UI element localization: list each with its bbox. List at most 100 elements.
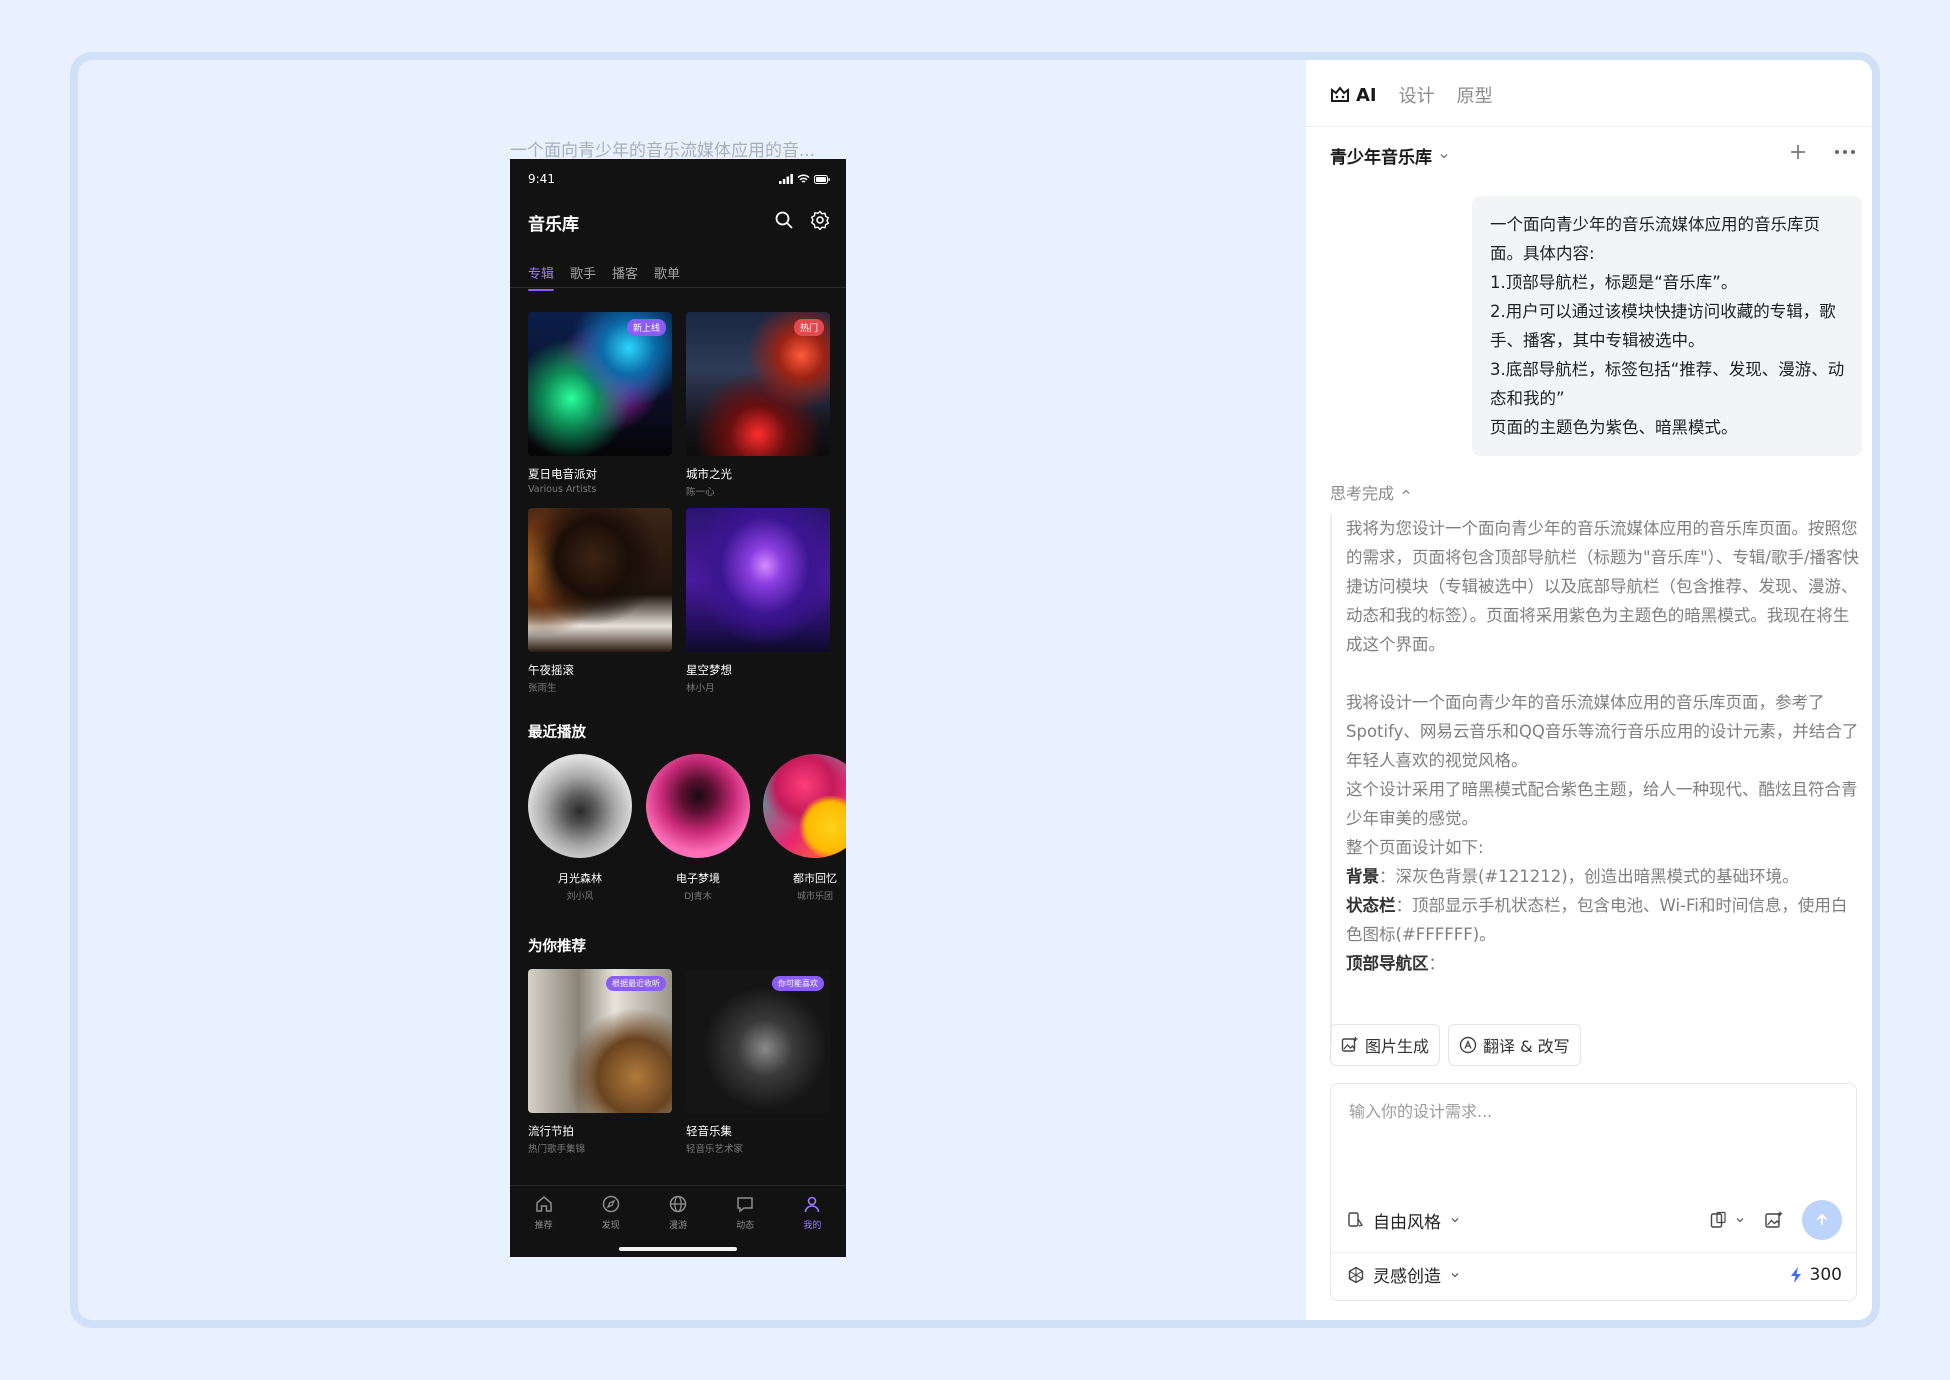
tab-prototype[interactable]: 原型 (1457, 82, 1493, 108)
thinking-item: 顶部导航区： (1346, 949, 1860, 978)
chip-label: 图片生成 (1365, 1037, 1430, 1056)
recommend-badge: 根据最近收听 (606, 976, 666, 991)
recent-item[interactable]: 电子梦境 DJ青木 (646, 754, 750, 902)
thinking-item-text: ： (1428, 954, 1446, 973)
thinking-content: 我将为您设计一个面向青少年的音乐流媒体应用的音乐库页面。按照您的需求，页面将包含… (1330, 514, 1860, 1044)
chat-icon (737, 1197, 753, 1213)
recent-list[interactable]: 月光森林 刘小风 电子梦境 DJ青木 都市回忆 城市乐团 (528, 754, 846, 904)
style-selector[interactable]: 自由风格 (1347, 1208, 1461, 1233)
thinking-item: 背景：深灰色背景(#121212)，创造出暗黑模式的基础环境。 (1346, 862, 1860, 891)
input-actions (1710, 1200, 1842, 1240)
prompt-input-box[interactable]: 输入你的设计需求... 自由风格 灵感创造 300 (1330, 1083, 1857, 1301)
recommend-card[interactable]: 你可能喜欢 轻音乐集 轻音乐艺术家 (686, 969, 830, 1155)
user-message-line: 3.底部导航栏，标签包括“推荐、发现、漫游、动态和我的” (1490, 360, 1845, 408)
album-cover[interactable]: 新上线 (528, 312, 672, 456)
thinking-paragraph: 这个设计采用了暗黑模式配合紫色主题，给人一种现代、酷炫且符合青少年审美的感觉。 (1346, 780, 1858, 828)
nav-item-me[interactable]: 我的 (787, 1194, 837, 1257)
nav-item-label: 发现 (601, 1221, 620, 1231)
nav-item-label: 推荐 (534, 1221, 553, 1231)
device-icon (1710, 1211, 1726, 1228)
lightning-icon (1790, 1266, 1801, 1283)
design-canvas: 一个面向青少年的音乐流媒体应用的音... 9:41 音乐库 专辑 歌手 播客 歌… (78, 60, 1306, 1320)
search-icon[interactable] (774, 210, 794, 230)
project-title[interactable]: 青少年音乐库 (1330, 143, 1450, 168)
tab-design[interactable]: 设计 (1399, 82, 1435, 108)
album-cover[interactable]: 热门 (686, 312, 830, 456)
status-bar: 9:41 (528, 170, 830, 188)
recommend-card[interactable]: 根据最近收听 流行节拍 热门歌手集锦 (528, 969, 672, 1155)
recent-artist: 刘小风 (566, 892, 594, 902)
gear-icon[interactable] (810, 210, 830, 230)
nav-item-recommend[interactable]: 推荐 (519, 1194, 569, 1257)
tab-ai[interactable]: AI (1330, 85, 1377, 106)
phone-artboard[interactable]: 9:41 音乐库 专辑 歌手 播客 歌单 新上线 夏日电音派对 Various … (510, 159, 846, 1257)
album-title: 午夜摇滚 (528, 663, 574, 677)
quick-actions: 图片生成 翻译 & 改写 (1330, 1024, 1581, 1066)
thinking-toggle[interactable]: 思考完成 (1330, 480, 1412, 504)
recent-section-title: 最近播放 (528, 725, 586, 741)
send-button[interactable] (1802, 1200, 1842, 1240)
tab-artists[interactable]: 歌手 (570, 263, 596, 282)
recent-item[interactable]: 都市回忆 城市乐团 (763, 754, 846, 902)
credits-value: 300 (1809, 1264, 1842, 1285)
recent-title: 电子梦境 (676, 872, 720, 885)
chevron-down-icon (1451, 1218, 1459, 1223)
input-footer: 灵感创造 300 (1347, 1262, 1842, 1287)
wifi-icon (797, 174, 810, 183)
arrow-up-icon (1816, 1213, 1828, 1225)
chevron-down-icon (1440, 153, 1448, 158)
thinking-item-text: ：深灰色背景(#121212)，创造出暗黑模式的基础环境。 (1379, 867, 1799, 886)
image-upload-icon[interactable] (1764, 1210, 1784, 1230)
recent-cover[interactable] (528, 754, 632, 858)
home-indicator (619, 1247, 737, 1251)
panel-header-divider (1306, 126, 1872, 127)
recommend-cover[interactable]: 你可能喜欢 (686, 969, 830, 1113)
prompt-input[interactable]: 输入你的设计需求... (1349, 1098, 1492, 1122)
tab-playlists[interactable]: 歌单 (654, 263, 680, 282)
input-divider (1331, 1252, 1856, 1253)
thinking-paragraph: 我将设计一个面向青少年的音乐流媒体应用的音乐库页面，参考了Spotify、网易云… (1346, 693, 1859, 770)
library-tabs: 专辑 歌手 播客 歌单 (528, 263, 680, 291)
recent-cover[interactable] (763, 754, 846, 858)
artboard-caption[interactable]: 一个面向青少年的音乐流媒体应用的音... (510, 136, 846, 161)
plus-icon[interactable] (1788, 142, 1808, 162)
project-title-text: 青少年音乐库 (1330, 148, 1432, 168)
album-card[interactable]: 星空梦想 林小月 (686, 508, 830, 694)
device-selector[interactable] (1710, 1211, 1746, 1229)
album-card[interactable]: 热门 城市之光 陈一心 (686, 312, 830, 498)
tab-podcasts[interactable]: 播客 (612, 263, 638, 282)
image-gen-button[interactable]: 图片生成 (1330, 1024, 1441, 1066)
album-cover[interactable] (528, 508, 672, 652)
signal-icon (779, 174, 793, 184)
recent-title: 月光森林 (558, 872, 602, 885)
globe-icon (669, 1195, 687, 1213)
recommend-cover[interactable]: 根据最近收听 (528, 969, 672, 1113)
app-frame: 一个面向青少年的音乐流媒体应用的音... 9:41 音乐库 专辑 歌手 播客 歌… (70, 52, 1880, 1328)
recent-cover[interactable] (646, 754, 750, 858)
inspiration-selector[interactable]: 灵感创造 (1347, 1262, 1461, 1287)
thinking-paragraph: 我将为您设计一个面向青少年的音乐流媒体应用的音乐库页面。按照您的需求，页面将包含… (1346, 519, 1860, 654)
style-label: 自由风格 (1373, 1212, 1441, 1233)
recent-artist: DJ青木 (684, 892, 712, 902)
thinking-item-text: ：顶部显示手机状态栏，包含电池、Wi-Fi和时间信息，使用白色图标(#FFFFF… (1346, 896, 1848, 944)
album-card[interactable]: 午夜摇滚 张雨生 (528, 508, 672, 694)
thinking-label: 思考完成 (1330, 484, 1395, 503)
credits-counter: 300 (1788, 1265, 1842, 1285)
inspiration-icon (1348, 1266, 1364, 1283)
nav-item-label: 动态 (736, 1221, 755, 1231)
album-badge: 新上线 (626, 319, 666, 336)
translate-rewrite-button[interactable]: 翻译 & 改写 (1448, 1024, 1581, 1066)
tab-ai-label: AI (1356, 84, 1377, 106)
home-icon (535, 1196, 552, 1212)
album-card[interactable]: 新上线 夏日电音派对 Various Artists (528, 312, 672, 495)
recommend-subtitle: 热门歌手集锦 (528, 1144, 586, 1155)
tab-albums[interactable]: 专辑 (528, 263, 555, 291)
album-cover[interactable] (686, 508, 830, 652)
tabs-divider (510, 287, 846, 288)
recommend-section-title: 为你推荐 (528, 939, 586, 955)
battery-icon (814, 174, 830, 184)
more-icon[interactable] (1834, 149, 1856, 155)
recent-item[interactable]: 月光森林 刘小风 (528, 754, 632, 902)
status-icons (779, 174, 830, 184)
user-message: 一个面向青少年的音乐流媒体应用的音乐库页面。具体内容: 1.顶部导航栏，标题是“… (1472, 196, 1862, 456)
